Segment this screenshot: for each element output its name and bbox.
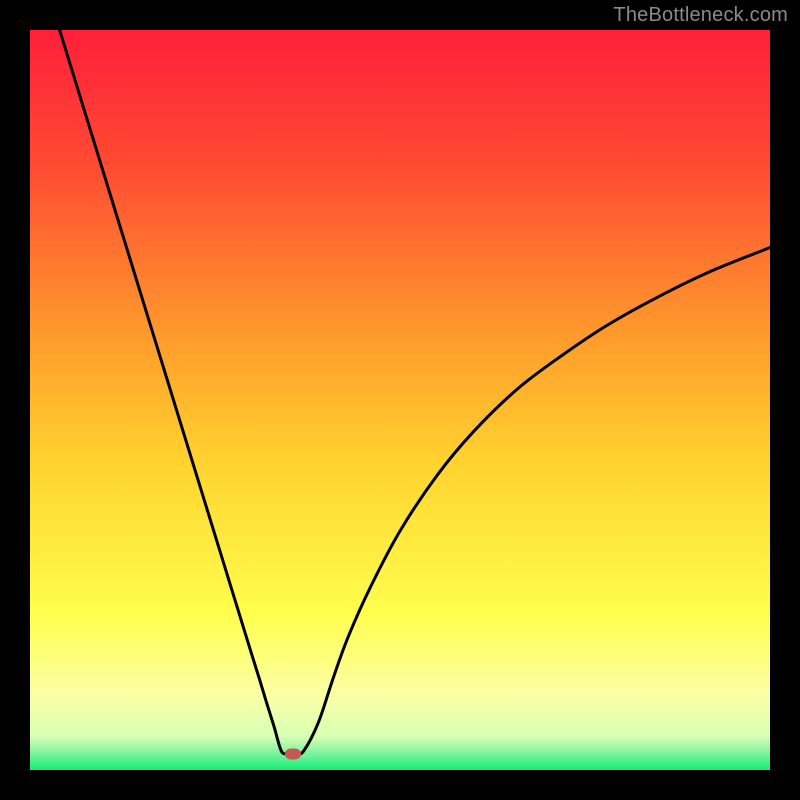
minimum-marker <box>285 748 301 759</box>
watermark-text: TheBottleneck.com <box>613 4 788 27</box>
plot-area <box>30 30 770 770</box>
bottleneck-curve <box>30 30 770 770</box>
chart-frame: TheBottleneck.com <box>0 0 800 800</box>
